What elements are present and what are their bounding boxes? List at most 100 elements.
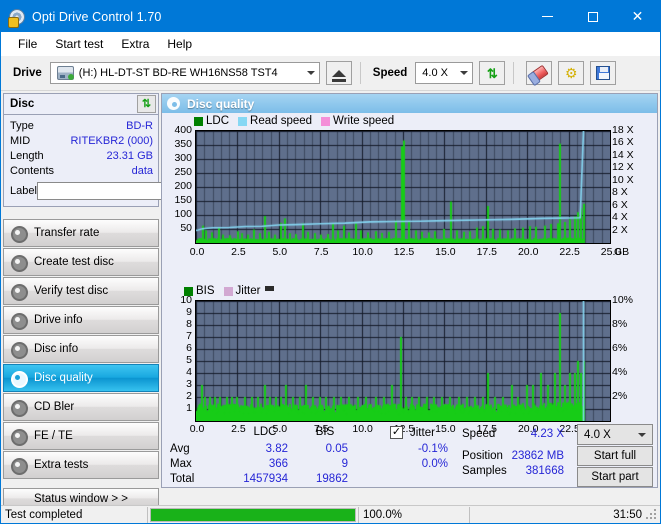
ldc-y2tick: 4 X	[612, 211, 628, 224]
resize-grip[interactable]	[646, 509, 658, 521]
chevron-down-icon	[638, 432, 646, 437]
title-bar: Opti Drive Control 1.70 ✕	[1, 1, 660, 32]
ldc-ytick: 100	[174, 208, 192, 220]
minimize-icon	[542, 16, 553, 17]
sidebar-item-label: Transfer rate	[34, 227, 100, 239]
disc-panel-header: Disc ⇅	[3, 93, 159, 115]
bis-ytick: 1	[186, 402, 192, 414]
status-message: Test completed	[5, 508, 83, 521]
speed-stat-label: Speed	[462, 428, 496, 440]
menu-bar: File Start test Extra Help	[1, 32, 660, 56]
start-part-button[interactable]: Start part	[577, 467, 653, 487]
disc-label-label: Label	[10, 185, 37, 197]
ldc-y2tick: 10 X	[612, 173, 634, 186]
toolbar-divider-2	[513, 62, 515, 84]
samples-stat-value: 381668	[525, 465, 564, 477]
bis-ytick: 9	[186, 306, 192, 318]
sidebar-item-disc-quality[interactable]: Disc quality	[3, 364, 159, 392]
sidebar-item-extra-tests[interactable]: Extra tests	[3, 451, 159, 479]
stats-max-ldc: 366	[268, 458, 288, 470]
maximize-icon	[587, 11, 598, 22]
disc-icon	[11, 429, 28, 446]
sidebar-item-cd-bler[interactable]: CD Bler	[3, 393, 159, 421]
menu-extra[interactable]: Extra	[112, 34, 158, 54]
chevron-down-icon	[460, 71, 469, 75]
drive-label: Drive	[13, 67, 42, 79]
x-tick-top: 2.5	[231, 246, 246, 258]
erase-button[interactable]	[526, 61, 553, 85]
jitter-checkbox[interactable]: ✓	[390, 426, 403, 439]
progress-bar-fill	[151, 508, 355, 521]
disc-icon	[11, 458, 28, 475]
disc-icon	[11, 371, 28, 388]
disc-icon	[11, 284, 28, 301]
ldc-y2tick: 12 X	[612, 161, 634, 174]
stats-col-ldc: LDC	[253, 426, 277, 438]
save-button[interactable]	[590, 61, 617, 85]
ldc-ytick: 200	[174, 180, 192, 192]
settings-button[interactable]: ⚙	[558, 61, 585, 85]
speed-select[interactable]: 4.0 X	[415, 62, 474, 84]
sidebar-item-label: Extra tests	[34, 459, 89, 471]
bis-chart	[195, 300, 611, 422]
eject-icon	[331, 69, 346, 82]
status-bar: Test completed 100.0% 31:50	[1, 505, 660, 523]
save-icon	[596, 66, 611, 80]
disc-refresh-button[interactable]: ⇅	[137, 95, 156, 113]
legend-label-jitter: Jitter	[235, 285, 261, 297]
legend-swatch-ldc	[194, 116, 203, 126]
legend-entry-ldc: LDC	[194, 115, 229, 127]
sidebar-item-drive-info[interactable]: Drive info	[3, 306, 159, 334]
menu-file[interactable]: File	[9, 34, 46, 54]
bis-y2tick: 10%	[612, 294, 634, 306]
refresh-button[interactable]: ⇅	[479, 61, 506, 85]
disc-icon	[11, 255, 28, 272]
stats-row-max-label: Max	[170, 458, 192, 470]
jitter-value-2: 0.0%	[421, 458, 448, 470]
legend-entry-write-speed: Write speed	[321, 115, 394, 127]
sidebar-item-label: FE / TE	[34, 430, 73, 442]
ldc-y2tick: 16 X	[612, 136, 634, 149]
x-tick-top: 22.5	[559, 246, 580, 258]
menu-start-test[interactable]: Start test	[46, 34, 112, 54]
sidebar-item-fe-te[interactable]: FE / TE	[3, 422, 159, 450]
start-full-button[interactable]: Start full	[577, 446, 653, 466]
disc-contents-value: data	[131, 164, 153, 177]
legend-label-write-speed: Write speed	[333, 115, 395, 127]
speed-label: Speed	[372, 67, 408, 79]
sidebar-item-create-test-disc[interactable]: Create test disc	[3, 248, 159, 276]
refresh-icon: ⇅	[486, 65, 498, 81]
sidebar-item-label: Verify test disc	[34, 285, 109, 297]
sidebar-item-label: Drive info	[34, 314, 83, 326]
drive-icon	[56, 66, 74, 80]
progress-percent: 100.0%	[363, 508, 403, 521]
disc-icon	[167, 97, 180, 110]
minimize-button[interactable]	[525, 1, 570, 32]
x-axis-unit-top: GB	[614, 246, 630, 258]
test-speed-select[interactable]: 4.0 X	[577, 424, 653, 445]
close-button[interactable]: ✕	[615, 1, 660, 32]
bis-y2tick: 6%	[612, 342, 628, 354]
maximize-button[interactable]	[570, 1, 615, 32]
legend-entry-jitter: Jitter	[223, 285, 261, 297]
menu-help[interactable]: Help	[158, 34, 201, 54]
sidebar-item-transfer-rate[interactable]: Transfer rate	[3, 219, 159, 247]
sidebar-item-disc-info[interactable]: Disc info	[3, 335, 159, 363]
ldc-ytick: 300	[174, 152, 192, 164]
toolbar-divider-1	[359, 62, 361, 84]
ldc-ytick: 50	[180, 222, 192, 234]
bis-y2tick: 8%	[612, 318, 628, 330]
sidebar-item-verify-test-disc[interactable]: Verify test disc	[3, 277, 159, 305]
x-tick-top: 5.0	[272, 246, 288, 258]
eject-button[interactable]	[325, 61, 352, 85]
drive-select[interactable]: (H:) HL-DT-ST BD-RE WH16NS58 TST4	[49, 62, 320, 84]
disc-length-label: Length	[10, 149, 44, 162]
bis-ytick: 10	[180, 294, 192, 306]
legend-swatch-jitter	[223, 286, 233, 296]
ldc-ytick: 400	[174, 124, 192, 136]
disc-contents-label: Contents	[10, 164, 55, 177]
sidebar-item-label: Create test disc	[34, 256, 114, 268]
app-icon	[8, 8, 25, 28]
disc-panel-body: Type BD-R MID RITEKBR2 (000) Length 23.3…	[3, 115, 239, 207]
ldc-y2tick: 8 X	[612, 186, 628, 199]
